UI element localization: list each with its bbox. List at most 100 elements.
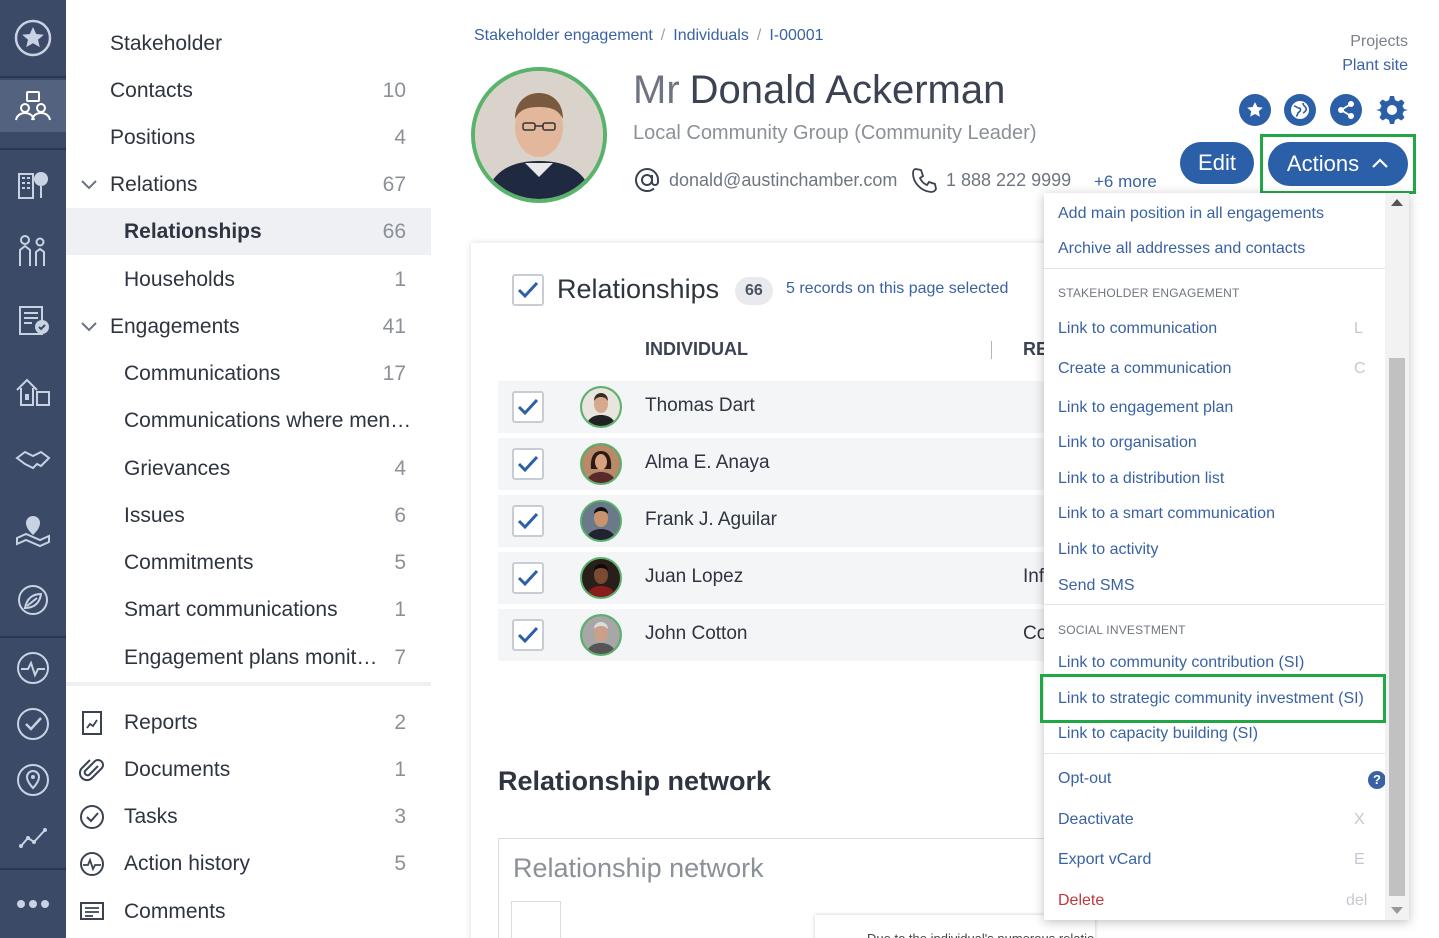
menu-item-delete[interactable]: Delete del [1058, 892, 1378, 910]
scroll-up-icon[interactable] [1391, 199, 1403, 206]
email-contact[interactable]: donald@austinchamber.com [633, 166, 897, 194]
row-checkbox[interactable] [512, 562, 544, 594]
email-value[interactable]: donald@austinchamber.com [669, 170, 897, 191]
share-icon[interactable] [1330, 94, 1362, 126]
table-row[interactable]: Alma E. Anaya [498, 438, 1091, 490]
people-icon[interactable] [0, 224, 66, 276]
sidebar-item-grievances[interactable]: Grievances 4 [66, 445, 431, 492]
sidebar-item-count: 66 [382, 219, 406, 243]
actions-button[interactable]: Actions [1268, 142, 1408, 186]
sidebar-item-smart-communications[interactable]: Smart communications 1 [66, 586, 431, 633]
sidebar-item-label: Communications where men… [124, 408, 412, 432]
column-divider[interactable] [991, 341, 992, 359]
individual-name[interactable]: Juan Lopez [645, 566, 743, 588]
sidebar-item-label: Relations [110, 172, 198, 196]
menu-item-opt-out[interactable]: Opt-out ? [1058, 770, 1386, 789]
sidebar-item-documents[interactable]: Documents 1 [66, 746, 431, 793]
sidebar-item-issues[interactable]: Issues 6 [66, 492, 431, 539]
individual-name[interactable]: Frank J. Aguilar [645, 509, 777, 531]
sidebar-item-engagement-plans[interactable]: Engagement plans monit… 7 [66, 634, 431, 681]
row-checkbox[interactable] [512, 448, 544, 480]
sidebar-item-stakeholder[interactable]: Stakeholder [66, 20, 431, 67]
sidebar-item-communications[interactable]: Communications 17 [66, 350, 431, 397]
gear-icon[interactable] [1376, 94, 1408, 126]
sidebar-item-count: 3 [394, 804, 406, 828]
selection-status[interactable]: 5 records on this page selected [786, 280, 1008, 298]
row-checkbox[interactable] [512, 505, 544, 537]
building-tree-icon[interactable] [0, 156, 66, 208]
row-checkbox[interactable] [512, 619, 544, 651]
sidebar-item-positions[interactable]: Positions 4 [66, 114, 431, 161]
trend-chart-icon[interactable] [0, 810, 66, 862]
help-icon[interactable]: ? [1368, 771, 1386, 789]
menu-item-link-capacity-building[interactable]: Link to capacity building (SI) [1058, 725, 1378, 743]
individual-name[interactable]: Thomas Dart [645, 395, 755, 417]
scroll-down-icon[interactable] [1391, 907, 1403, 914]
environment-icon[interactable] [0, 574, 66, 626]
chevron-down-icon[interactable] [79, 317, 99, 337]
menu-item-archive-addresses[interactable]: Archive all addresses and contacts [1058, 240, 1378, 258]
sidebar-item-engagements[interactable]: Engagements 41 [66, 303, 431, 350]
breadcrumb-link[interactable]: Individuals [673, 27, 749, 45]
handshake-icon[interactable] [0, 434, 66, 486]
expand-toggle[interactable]: » [511, 901, 561, 938]
menu-item-link-community-contribution[interactable]: Link to community contribution (SI) [1058, 654, 1378, 672]
breadcrumb-link[interactable]: I-00001 [769, 27, 823, 45]
menu-item-label: Link to communication [1058, 320, 1218, 337]
phone-value[interactable]: 1 888 222 9999 [946, 170, 1071, 191]
checklist-icon[interactable] [0, 294, 66, 346]
menu-item-link-engagement-plan[interactable]: Link to engagement plan [1058, 399, 1378, 417]
table-row[interactable]: Juan Lopez Inf [498, 552, 1091, 604]
menu-item-link-smart-communication[interactable]: Link to a smart communication [1058, 505, 1378, 523]
activity-icon[interactable] [0, 642, 66, 694]
star-icon[interactable] [0, 12, 66, 64]
menu-item-link-communication[interactable]: Link to communication L [1058, 320, 1378, 338]
stakeholder-engagement-icon[interactable] [0, 80, 66, 132]
sidebar-item-relationships[interactable]: Relationships 66 [66, 208, 431, 255]
sidebar-item-contacts[interactable]: Contacts 10 [66, 67, 431, 114]
breadcrumb-link[interactable]: Stakeholder engagement [474, 27, 653, 45]
more-contacts-link[interactable]: +6 more [1094, 172, 1157, 192]
sidebar-item-count: 2 [394, 710, 406, 734]
table-row[interactable]: Frank J. Aguilar [498, 495, 1091, 547]
star-icon[interactable] [1239, 94, 1271, 126]
sidebar-item-tasks[interactable]: Tasks 3 [66, 793, 431, 840]
check-circle-icon[interactable] [0, 698, 66, 750]
globe-icon[interactable] [1284, 94, 1316, 126]
menu-item-link-distribution-list[interactable]: Link to a distribution list [1058, 470, 1378, 488]
individual-name[interactable]: John Cotton [645, 623, 747, 645]
community-buildings-icon[interactable] [0, 364, 66, 416]
menu-item-create-communication[interactable]: Create a communication C [1058, 360, 1378, 378]
menu-item-label: Deactivate [1058, 811, 1134, 828]
chevron-down-icon[interactable] [79, 175, 99, 195]
table-row[interactable]: Thomas Dart [498, 381, 1091, 433]
edit-button[interactable]: Edit [1180, 142, 1254, 184]
map-pin-region-icon[interactable] [0, 504, 66, 556]
sidebar-item-households[interactable]: Households 1 [66, 256, 431, 303]
sidebar-item-reports[interactable]: Reports 2 [66, 699, 431, 746]
sidebar-item-label: Action history [124, 851, 251, 875]
menu-item-deactivate[interactable]: Deactivate X [1058, 811, 1378, 829]
scrollbar-thumb[interactable] [1389, 358, 1405, 896]
sidebar-item-communications-mentioned[interactable]: Communications where men… [66, 397, 431, 444]
menu-item-link-activity[interactable]: Link to activity [1058, 541, 1378, 559]
column-header-individual[interactable]: INDIVIDUAL [645, 339, 748, 360]
table-row[interactable]: John Cotton Co [498, 609, 1091, 661]
menu-item-export-vcard[interactable]: Export vCard E [1058, 851, 1378, 869]
more-dots-icon[interactable] [0, 878, 66, 930]
menu-item-link-organisation[interactable]: Link to organisation [1058, 434, 1378, 452]
row-checkbox[interactable] [512, 391, 544, 423]
menu-item-send-sms[interactable]: Send SMS [1058, 577, 1378, 595]
location-icon[interactable] [0, 754, 66, 806]
individual-name[interactable]: Alma E. Anaya [645, 452, 770, 474]
select-all-checkbox[interactable] [512, 274, 544, 306]
sidebar-item-action-history[interactable]: Action history 5 [66, 840, 431, 887]
menu-item-add-main-position[interactable]: Add main position in all engagements [1058, 205, 1378, 223]
sidebar-item-relations[interactable]: Relations 67 [66, 161, 431, 208]
phone-contact[interactable]: 1 888 222 9999 [910, 166, 1071, 194]
project-selector[interactable]: Projects Plant site [1342, 30, 1408, 78]
sidebar-item-commitments[interactable]: Commitments 5 [66, 539, 431, 586]
project-value[interactable]: Plant site [1342, 54, 1408, 78]
menu-scrollbar[interactable] [1385, 193, 1409, 920]
sidebar-item-comments[interactable]: Comments [66, 888, 431, 935]
